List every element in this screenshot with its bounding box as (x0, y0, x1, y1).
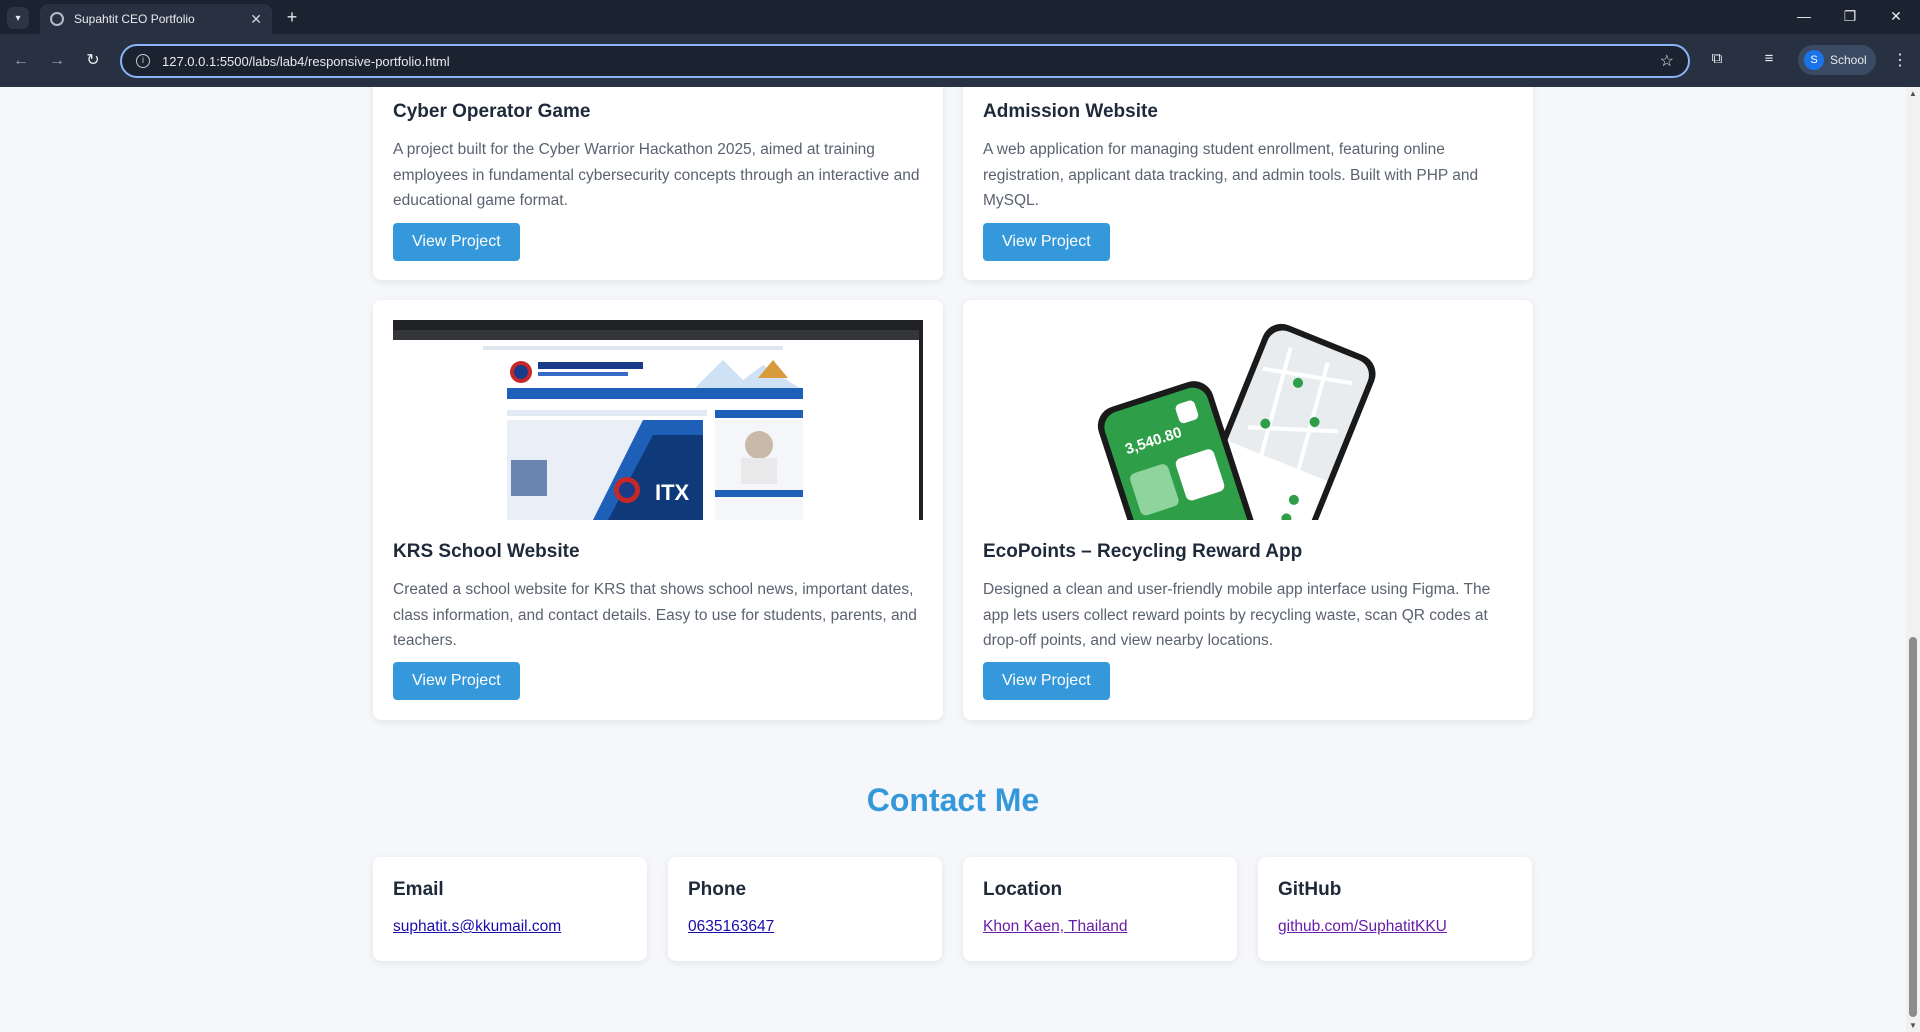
close-tab-icon[interactable]: ✕ (250, 11, 262, 28)
profile-name: School (1830, 53, 1867, 67)
krs-image-logo-text: ITX (655, 480, 690, 505)
project-title: Cyber Operator Game (393, 101, 591, 122)
contact-card-phone: Phone 0635163647 (668, 857, 942, 961)
media-controls-icon[interactable]: ≡ (1758, 50, 1780, 67)
location-link[interactable]: Khon Kaen, Thailand (983, 918, 1128, 936)
email-link[interactable]: suphatit.s@kkumail.com (393, 918, 561, 936)
contact-label: GitHub (1278, 879, 1342, 900)
tab-list-button[interactable]: ▾ (7, 7, 29, 29)
scroll-down-arrow-icon[interactable]: ▼ (1909, 1021, 1917, 1030)
contact-card-github: GitHub github.com/SuphatitKKU (1258, 857, 1532, 961)
page-scrollbar[interactable]: ▲ ▼ (1906, 87, 1920, 1032)
more-menu-icon[interactable]: ⋮ (1892, 50, 1908, 70)
contact-card-email: Email suphatit.s@kkumail.com (373, 857, 647, 961)
new-tab-button[interactable]: + (282, 7, 302, 27)
project-description: A project built for the Cyber Warrior Ha… (393, 141, 920, 209)
browser-tab-bar: ▾ Supahtit CEO Portfolio ✕ + — ❐ ✕ (0, 0, 1920, 34)
contact-label: Location (983, 879, 1063, 900)
project-card: Cyber Operator Game A project built for … (373, 87, 943, 280)
url-text[interactable]: 127.0.0.1:5500/labs/lab4/responsive-port… (162, 54, 1660, 69)
phone-link[interactable]: 0635163647 (688, 918, 774, 936)
project-card: 3,540.80 EcoPoints – Recycling Reward Ap… (963, 300, 1533, 720)
bookmark-star-icon[interactable]: ☆ (1660, 51, 1674, 71)
project-card: ITX KRS School Website Created a school … (373, 300, 943, 720)
globe-icon (50, 12, 64, 26)
browser-toolbar: ← → ↻ i 127.0.0.1:5500/labs/lab4/respons… (0, 34, 1920, 87)
contact-label: Phone (688, 879, 747, 900)
view-project-button[interactable]: View Project (393, 662, 520, 700)
contact-card-location: Location Khon Kaen, Thailand (963, 857, 1237, 961)
project-description: A web application for managing student e… (983, 141, 1479, 209)
profile-button[interactable]: S School (1798, 45, 1876, 75)
project-description: Created a school website for KRS that sh… (393, 581, 917, 649)
contact-label: Email (393, 879, 444, 900)
scrollbar-thumb[interactable] (1909, 637, 1917, 1017)
project-card: Admission Website A web application for … (963, 87, 1533, 280)
project-description: Designed a clean and user-friendly mobil… (983, 581, 1491, 649)
browser-tab[interactable]: Supahtit CEO Portfolio ✕ (40, 4, 272, 34)
view-project-button[interactable]: View Project (983, 223, 1110, 261)
minimize-icon[interactable]: — (1794, 8, 1814, 24)
restore-icon[interactable]: ❐ (1840, 8, 1860, 25)
view-project-button[interactable]: View Project (983, 662, 1110, 700)
address-bar[interactable]: i 127.0.0.1:5500/labs/lab4/responsive-po… (120, 44, 1690, 78)
back-icon[interactable]: ← (10, 50, 32, 72)
view-project-button[interactable]: View Project (393, 223, 520, 261)
ecopoints-app-mockup: 3,540.80 (983, 320, 1513, 520)
github-link[interactable]: github.com/SuphatitKKU (1278, 918, 1447, 936)
reload-icon[interactable]: ↻ (82, 50, 104, 72)
project-title: Admission Website (983, 101, 1158, 122)
page-viewport: Cyber Operator Game A project built for … (0, 87, 1906, 1032)
project-title: EcoPoints – Recycling Reward App (983, 541, 1303, 562)
forward-icon[interactable]: → (46, 50, 68, 72)
site-info-icon[interactable]: i (136, 54, 150, 68)
avatar: S (1804, 50, 1824, 70)
extensions-icon[interactable]: ⧉ (1706, 50, 1728, 67)
contact-heading: Contact Me (866, 782, 1040, 818)
project-title: KRS School Website (393, 541, 580, 562)
close-window-icon[interactable]: ✕ (1886, 8, 1906, 25)
krs-website-screenshot: ITX (393, 320, 923, 520)
scroll-up-arrow-icon[interactable]: ▲ (1909, 89, 1917, 98)
tab-title: Supahtit CEO Portfolio (74, 12, 195, 26)
